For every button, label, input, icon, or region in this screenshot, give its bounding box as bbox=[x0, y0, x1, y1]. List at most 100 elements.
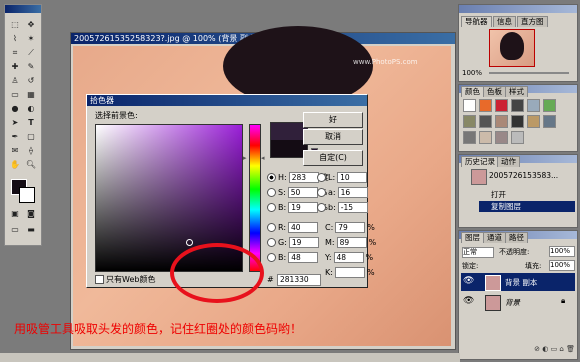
pen-tool-icon[interactable]: ✒ bbox=[8, 131, 22, 143]
tab-navigator[interactable]: 导航器 bbox=[461, 16, 492, 27]
style-swatch-5[interactable] bbox=[543, 99, 556, 112]
cmyk-y-input[interactable]: 48 bbox=[333, 252, 364, 263]
style-swatch-10[interactable] bbox=[527, 115, 540, 128]
style-swatch-15[interactable] bbox=[511, 131, 524, 144]
dodge-tool-icon[interactable]: ◐ bbox=[24, 103, 38, 115]
style-swatch-1[interactable] bbox=[479, 99, 492, 112]
style-swatch-9[interactable] bbox=[511, 115, 524, 128]
tab-color[interactable]: 颜色 bbox=[461, 86, 484, 97]
brush-tool-icon[interactable]: ✎ bbox=[24, 61, 38, 73]
custom-colors-button[interactable]: 自定(C) bbox=[303, 150, 363, 166]
hsb-h-input[interactable]: 283 bbox=[288, 172, 319, 183]
tab-styles[interactable]: 样式 bbox=[505, 86, 528, 97]
notes-tool-icon[interactable]: ✉ bbox=[8, 145, 22, 157]
path-select-icon[interactable]: ➤ bbox=[8, 117, 22, 129]
navigator-zoom[interactable]: 100% bbox=[462, 69, 482, 77]
blur-tool-icon[interactable]: ● bbox=[8, 103, 22, 115]
hue-slider-handle-left[interactable]: ▸ bbox=[243, 154, 247, 162]
tab-info[interactable]: 信息 bbox=[493, 16, 516, 27]
lab-l-radio[interactable] bbox=[317, 173, 326, 182]
fullscreen-mode-icon[interactable]: ▬ bbox=[24, 224, 38, 236]
type-tool-icon[interactable]: T bbox=[24, 117, 38, 129]
hue-slider[interactable] bbox=[249, 124, 261, 272]
navigator-zoom-slider[interactable] bbox=[489, 72, 569, 74]
rgb-b-input[interactable]: 48 bbox=[288, 252, 319, 263]
shape-tool-icon[interactable]: ▢ bbox=[24, 131, 38, 143]
fill-input[interactable]: 100% bbox=[549, 260, 575, 271]
style-swatch-3[interactable] bbox=[511, 99, 524, 112]
lab-b-input[interactable]: -15 bbox=[337, 202, 368, 213]
hsb-b-input[interactable]: 19 bbox=[288, 202, 319, 213]
rgb-b-radio[interactable] bbox=[267, 253, 276, 262]
gradient-tool-icon[interactable]: ▦ bbox=[24, 89, 38, 101]
lasso-tool-icon[interactable]: ⌇ bbox=[8, 33, 22, 45]
lab-a-input[interactable]: 16 bbox=[337, 187, 368, 198]
opacity-input[interactable]: 100% bbox=[549, 246, 575, 257]
lab-a-radio[interactable] bbox=[317, 188, 326, 197]
navigator-panel-titlebar[interactable] bbox=[459, 5, 577, 13]
eyedropper-tool-icon[interactable]: ⟠ bbox=[24, 145, 38, 157]
tab-histogram[interactable]: 直方图 bbox=[517, 16, 548, 27]
rgb-r-radio[interactable] bbox=[267, 223, 276, 232]
marquee-tool-icon[interactable]: ⬚ bbox=[8, 19, 22, 31]
rgb-g-radio[interactable] bbox=[267, 238, 276, 247]
navigator-thumbnail[interactable] bbox=[489, 29, 535, 67]
tab-channels[interactable]: 通道 bbox=[483, 232, 506, 243]
hsb-s-radio[interactable] bbox=[267, 188, 276, 197]
eye-icon[interactable]: 👁︎ bbox=[463, 296, 474, 306]
tab-paths[interactable]: 路径 bbox=[505, 232, 528, 243]
hex-color-input[interactable]: 281330 bbox=[277, 274, 321, 286]
style-swatch-12[interactable] bbox=[463, 131, 476, 144]
eye-icon[interactable]: 👁︎ bbox=[463, 276, 474, 286]
zoom-tool-icon[interactable]: 🔍︎ bbox=[24, 159, 38, 171]
history-item-duplicate-layer[interactable]: 复制图层 bbox=[479, 201, 575, 212]
ok-button[interactable]: 好 bbox=[303, 112, 363, 128]
cmyk-k-input[interactable] bbox=[334, 267, 365, 278]
screen-mode-icon[interactable]: ▭ bbox=[8, 224, 22, 236]
style-swatch-11[interactable] bbox=[543, 115, 556, 128]
style-swatch-2[interactable] bbox=[495, 99, 508, 112]
history-snapshot-label[interactable]: 2005726153583... bbox=[489, 171, 558, 180]
rgb-g-input[interactable]: 19 bbox=[288, 237, 319, 248]
hsb-b-radio[interactable] bbox=[267, 203, 276, 212]
lab-l-input[interactable]: 10 bbox=[337, 172, 368, 183]
style-swatch-6[interactable] bbox=[463, 115, 476, 128]
color-picker-titlebar[interactable]: 拾色器 bbox=[87, 95, 367, 106]
background-color-swatch[interactable] bbox=[19, 187, 35, 203]
blend-mode-select[interactable]: 正常 bbox=[462, 247, 494, 258]
tab-actions[interactable]: 动作 bbox=[497, 156, 520, 167]
layer-row-background[interactable]: 👁︎ 背景 🔒︎ bbox=[461, 293, 575, 311]
layer-row-background-copy[interactable]: 👁︎ 背景 副本 bbox=[461, 273, 575, 291]
hand-tool-icon[interactable]: ✋ bbox=[8, 159, 22, 171]
rgb-r-input[interactable]: 40 bbox=[288, 222, 319, 233]
style-swatch-14[interactable] bbox=[495, 131, 508, 144]
clone-stamp-icon[interactable]: ♙ bbox=[8, 75, 22, 87]
web-only-checkbox[interactable] bbox=[95, 275, 104, 284]
history-item-open[interactable]: 打开 bbox=[479, 189, 575, 200]
style-none-icon[interactable] bbox=[463, 99, 476, 112]
eraser-tool-icon[interactable]: ▭ bbox=[8, 89, 22, 101]
tab-history[interactable]: 历史记录 bbox=[461, 156, 499, 167]
tab-swatches[interactable]: 色板 bbox=[483, 86, 506, 97]
style-swatch-13[interactable] bbox=[479, 131, 492, 144]
hsb-h-radio[interactable] bbox=[267, 173, 276, 182]
move-tool-icon[interactable]: ✥ bbox=[24, 19, 38, 31]
hsb-s-input[interactable]: 50 bbox=[287, 187, 318, 198]
style-swatch-7[interactable] bbox=[479, 115, 492, 128]
lab-b-radio[interactable] bbox=[317, 203, 326, 212]
healing-brush-icon[interactable]: ✚ bbox=[8, 61, 22, 73]
tab-layers[interactable]: 图层 bbox=[461, 232, 484, 243]
slice-tool-icon[interactable]: ⟋ bbox=[24, 47, 38, 59]
crop-tool-icon[interactable]: ⌗ bbox=[8, 47, 22, 59]
cancel-button[interactable]: 取消 bbox=[303, 129, 363, 145]
hue-slider-handle-right[interactable]: ◂ bbox=[261, 154, 265, 162]
history-brush-icon[interactable]: ↺ bbox=[24, 75, 38, 87]
style-swatch-4[interactable] bbox=[527, 99, 540, 112]
style-swatch-8[interactable] bbox=[495, 115, 508, 128]
magic-wand-tool-icon[interactable]: ✶ bbox=[24, 33, 38, 45]
cmyk-c-input[interactable]: 79 bbox=[335, 222, 366, 233]
cmyk-m-input[interactable]: 89 bbox=[336, 237, 367, 248]
color-field-cursor[interactable] bbox=[186, 239, 193, 246]
standard-mode-icon[interactable]: ▣ bbox=[8, 208, 22, 220]
quickmask-mode-icon[interactable]: ◙ bbox=[24, 208, 38, 220]
